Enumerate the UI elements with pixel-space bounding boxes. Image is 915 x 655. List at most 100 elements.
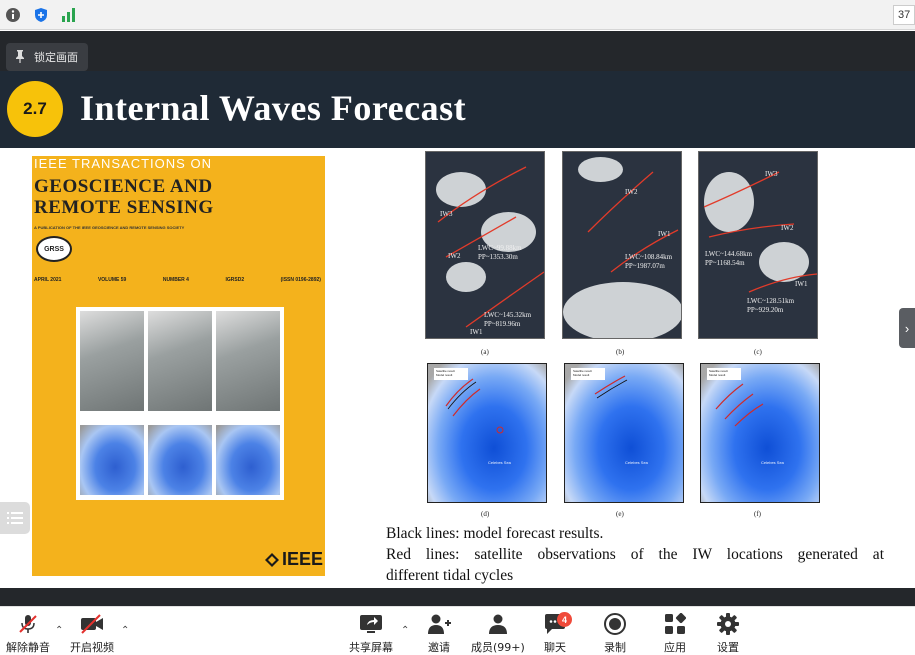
meeting-band [0,31,915,71]
wave-metric: LWC~128.51km [747,297,795,305]
signal-icon[interactable] [60,6,78,24]
invite-label: 邀请 [428,641,450,654]
note-line: Black lines: model forecast results. [386,525,604,542]
next-page-button[interactable]: › [899,308,915,348]
members-button[interactable]: 成员(99+) [471,612,525,655]
apps-button[interactable]: 应用 [663,612,687,655]
wave-label: IW3 [440,210,453,218]
map-legend: Satellite result Model result [571,368,605,380]
ieee-logo-text: IEEE [281,549,323,569]
cover-publication: A PUBLICATION OF THE IEEE GEOSCIENCE AND… [34,225,185,230]
wave-front-lines [594,375,628,399]
chat-unread-badge: 4 [557,612,572,627]
slide-bottom-bar [0,588,915,606]
sea-label: Celebes Sea [761,460,784,465]
cover-journal-line: GEOSCIENCE AND [34,176,213,197]
model-map-e: Satellite result Model result Celebes Se… [564,363,684,503]
cover-model-map [80,425,144,495]
mic-muted-icon [16,612,40,636]
wave-front-lines [715,383,764,427]
wave-metric: LWC~145.32km [484,311,532,319]
cover-issue-line: APRIL 2021 VOLUME 59 NUMBER 4 IGRSD2 (IS… [34,277,321,283]
side-panel-toggle[interactable] [0,502,30,534]
panel-label: (a) [481,348,489,356]
note-line: Red lines: satellite observations of the… [386,546,884,563]
invite-button[interactable]: 邀请 [427,612,451,655]
ieee-logo: IEEE [264,549,323,570]
cover-journal-name: GEOSCIENCE AND REMOTE SENSING [34,176,314,218]
unmute-label: 解除静音 [6,641,50,654]
lock-screen-label: 锁定画面 [34,51,78,64]
wave-metric: PP~819.96m [484,320,521,328]
cover-satellite-image [216,311,280,411]
wave-metric: PP~1353.30m [478,253,518,261]
cover-series: IEEE TRANSACTIONS ON [34,156,212,171]
cover-date: APRIL 2021 [34,277,62,283]
apps-label: 应用 [664,641,686,654]
panel-label: (e) [616,510,624,518]
share-screen-label: 共享屏幕 [349,641,393,654]
record-label: 录制 [604,641,626,654]
share-screen-button[interactable]: 共享屏幕 [349,612,393,655]
record-icon [603,612,627,636]
cover-model-map [216,425,280,495]
unmute-button[interactable]: 解除静音 [6,612,50,655]
record-button[interactable]: 录制 [603,612,627,655]
cover-code: IGRSD2 [225,277,245,283]
browser-top-bar: 37 [0,0,915,30]
sea-label: Celebes Sea [625,460,648,465]
satellite-panel-b: IW2 IW1 LWC~108.84km PP~1987.07m [562,151,682,339]
map-legend: Satellite result Model result [434,368,468,380]
camera-off-icon [80,612,104,636]
wave-metric: PP~929.20m [747,306,784,314]
satellite-panel-a: IW3 IW2 IW1 LWC~99.88km PP~1353.30m LWC~… [425,151,545,339]
share-screen-icon [359,612,383,636]
wave-front-lines [445,378,504,434]
start-video-button[interactable]: 开启视频 [70,612,114,655]
gear-icon [716,612,740,636]
slide-notes: Black lines: model forecast results. Red… [386,523,884,586]
wave-label: IW2 [781,224,794,232]
chevron-right-icon: › [904,320,910,336]
panel-label: (b) [616,348,625,356]
model-map-f: Satellite result Model result Celebes Se… [700,363,820,503]
chevron-up-icon[interactable]: ⌃ [55,625,63,636]
add-person-icon [427,612,451,636]
apps-grid-icon [663,612,687,636]
members-label: 成员(99+) [471,641,525,654]
legend-entry: Model result [436,373,453,377]
chevron-up-icon[interactable]: ⌃ [401,625,409,636]
wave-label: IW1 [795,280,808,288]
wave-label: IW1 [470,328,483,336]
grss-logo: GRSS [36,236,72,262]
cover-volume: VOLUME 59 [97,277,127,283]
legend-entry: Model result [709,373,726,377]
wave-metric: LWC~144.68km [705,250,753,258]
section-badge: 2.7 [7,81,63,137]
settings-button[interactable]: 设置 [716,612,740,655]
wave-metric: LWC~108.84km [625,253,673,261]
cover-figure [76,307,284,500]
meeting-toolbar: 解除静音 ⌃ 开启视频 ⌃ 共享屏幕 ⌃ 邀请 成员(99+) 聊天 录制 应用… [0,606,915,654]
panel-label: (c) [754,348,762,356]
chat-label: 聊天 [544,641,566,654]
settings-label: 设置 [717,641,739,654]
internal-wave-lines [587,171,679,273]
info-icon[interactable] [4,6,22,24]
journal-cover: IEEE TRANSACTIONS ON GEOSCIENCE AND REMO… [32,156,325,576]
wave-metric: PP~1168.54m [705,259,745,267]
panel-label: (d) [481,510,490,518]
cover-satellite-image [148,311,212,411]
wave-label: IW2 [625,188,638,196]
cover-journal-line: REMOTE SENSING [34,197,214,218]
note-line: different tidal cycles [386,567,514,584]
chevron-up-icon[interactable]: ⌃ [121,625,129,636]
wave-metric: LWC~99.88km [478,244,522,252]
list-icon [7,512,23,524]
slide-title: Internal Waves Forecast [80,88,467,128]
pin-icon [14,49,26,66]
wave-metric: PP~1987.07m [625,262,665,270]
shield-icon[interactable] [32,6,50,24]
lock-screen-button[interactable]: 锁定画面 [6,43,88,71]
map-legend: Satellite result Model result [707,368,741,380]
